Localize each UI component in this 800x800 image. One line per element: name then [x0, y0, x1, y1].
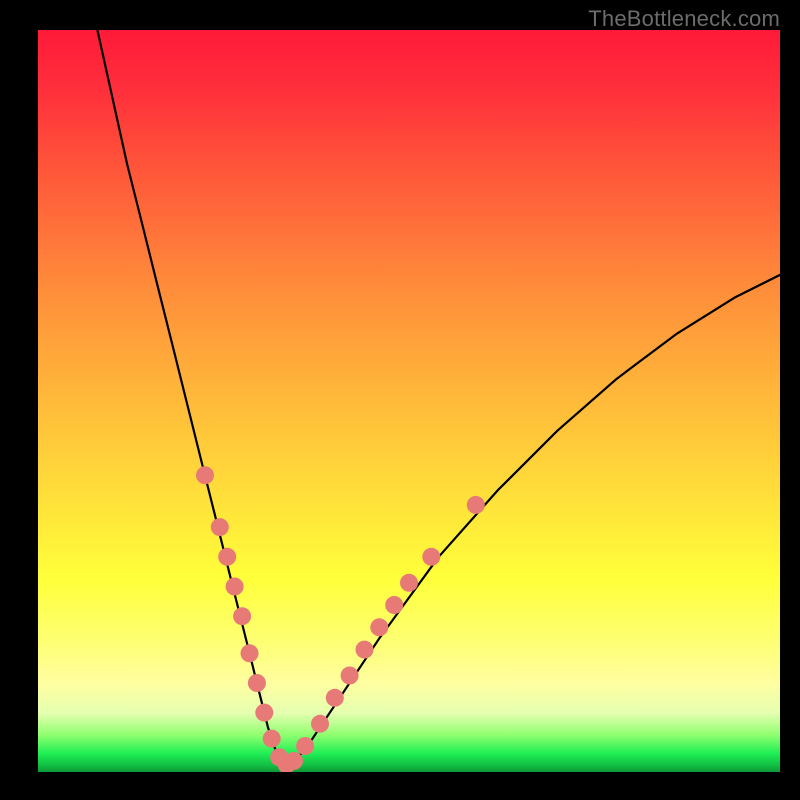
chart-frame: TheBottleneck.com	[0, 0, 800, 800]
watermark-text: TheBottleneck.com	[588, 6, 780, 32]
plot-area	[38, 30, 780, 772]
gradient-background	[38, 30, 780, 772]
